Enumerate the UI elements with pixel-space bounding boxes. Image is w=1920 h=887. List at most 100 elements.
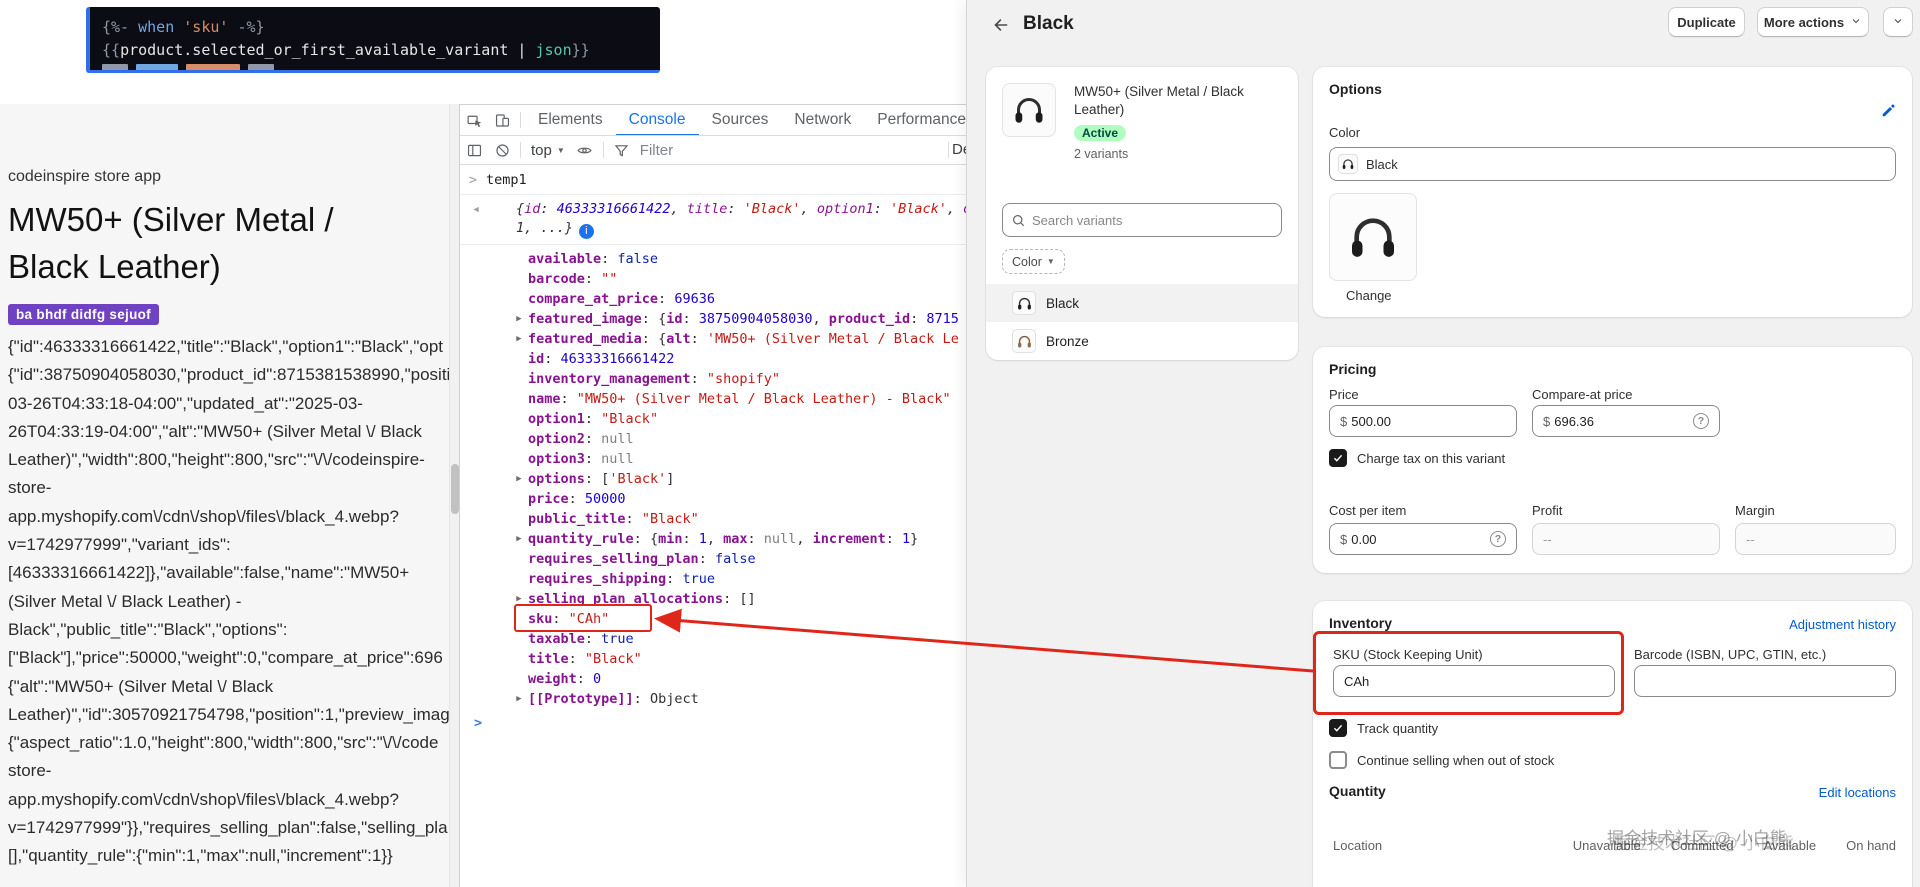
- expand-triangle-icon[interactable]: ▶: [512, 529, 526, 549]
- console-prompt[interactable]: >: [460, 715, 967, 731]
- variant-thumbnail: [1012, 329, 1036, 353]
- charge-tax-row[interactable]: Charge tax on this variant: [1329, 449, 1505, 467]
- console-property-featuredmedia[interactable]: ▶ featured_media: {alt: 'MW50+ (Silver Me…: [460, 329, 967, 349]
- help-icon[interactable]: ?: [1490, 531, 1506, 547]
- checkbox-checked-icon[interactable]: [1329, 449, 1347, 467]
- console-property-sellingplanallocations[interactable]: ▶ selling_plan_allocations: []: [460, 589, 967, 609]
- json-text-line: store-: [8, 478, 52, 498]
- context-label: top: [531, 141, 552, 159]
- expand-triangle-icon[interactable]: ▶: [512, 469, 526, 489]
- cost-field[interactable]: $ ?: [1329, 523, 1517, 555]
- next-variant-button[interactable]: [1883, 7, 1913, 37]
- back-button[interactable]: [985, 10, 1015, 40]
- location-column-header: Location: [1333, 838, 1383, 853]
- log-levels-dropdown[interactable]: Default levels: [952, 141, 967, 158]
- console-property-weight: weight: 0: [528, 671, 602, 687]
- expand-triangle-icon[interactable]: ▶: [512, 329, 526, 349]
- checkbox-unchecked-icon[interactable]: [1329, 751, 1347, 769]
- pricing-card: Pricing Price Compare-at price $ $ ? Cha…: [1313, 347, 1912, 573]
- status-badge: Active: [1074, 125, 1127, 141]
- filter-label: Color: [1012, 254, 1042, 269]
- info-icon[interactable]: i: [578, 224, 594, 239]
- console-property-requiressellingplan: requires_selling_plan: false: [528, 551, 756, 567]
- checkbox-checked-icon[interactable]: [1329, 719, 1347, 737]
- charge-tax-label: Charge tax on this variant: [1357, 450, 1506, 466]
- variant-search-input[interactable]: [1032, 212, 1273, 228]
- divider: [520, 142, 521, 158]
- duplicate-label: Duplicate: [1677, 14, 1736, 30]
- more-actions-label: More actions: [1763, 14, 1845, 30]
- console-property-options[interactable]: ▶ options: ['Black']: [460, 469, 967, 489]
- console-property-prototype[interactable]: ▶ [[Prototype]]: Object: [460, 689, 967, 709]
- expand-triangle-icon[interactable]: ▶: [512, 589, 526, 609]
- device-toolbar-icon[interactable]: [488, 107, 516, 133]
- tab-console[interactable]: Console: [616, 105, 699, 135]
- variant-item-bronze[interactable]: Bronze: [986, 322, 1298, 360]
- cost-input[interactable]: [1351, 531, 1486, 547]
- tab-performance[interactable]: Performance: [864, 105, 967, 135]
- inspect-element-icon[interactable]: [460, 107, 488, 133]
- variant-label: Black: [1046, 295, 1080, 311]
- track-quantity-label: Track quantity: [1357, 720, 1439, 736]
- tab-sources[interactable]: Sources: [699, 105, 782, 135]
- currency-prefix: $: [1340, 413, 1348, 429]
- profit-field: [1532, 523, 1720, 555]
- console-sidebar-icon[interactable]: [460, 137, 488, 163]
- shopify-admin-window: Black Duplicate More actions MW50+ (Silv…: [967, 0, 1920, 887]
- variant-page-title: Black: [1023, 13, 1074, 34]
- compare-price-field[interactable]: $ ?: [1532, 405, 1720, 437]
- edit-icon[interactable]: [1880, 101, 1898, 119]
- track-quantity-row[interactable]: Track quantity: [1329, 719, 1438, 737]
- console-result-preview[interactable]: ◂ {id: 46333316661422, title: 'Black', o…: [460, 195, 967, 245]
- variant-image[interactable]: [1329, 193, 1417, 281]
- tab-network[interactable]: Network: [781, 105, 864, 135]
- continue-selling-row[interactable]: Continue selling when out of stock: [1329, 751, 1554, 769]
- sku-input[interactable]: [1344, 673, 1604, 689]
- variant-item-black[interactable]: Black: [986, 284, 1298, 322]
- barcode-label: Barcode (ISBN, UPC, GTIN, etc.): [1634, 647, 1827, 662]
- console-property-featuredimage[interactable]: ▶ featured_image: {id: 38750904058030, pr…: [460, 309, 967, 329]
- filter-funnel-icon[interactable]: [608, 137, 636, 163]
- liquid-code-snippet: {%- when 'sku' -%} {{product.selected_or…: [86, 7, 660, 73]
- variant-label: Bronze: [1046, 333, 1089, 349]
- devtools-tab-bar: Elements Console Sources Network Perform…: [460, 105, 967, 136]
- product-thumbnail[interactable]: [1002, 83, 1056, 137]
- console-property-available: available: false: [528, 251, 659, 267]
- console-property-barcode: barcode: "": [528, 271, 618, 287]
- sku-label: SKU (Stock Keeping Unit): [1333, 647, 1483, 662]
- chevron-down-icon: [1850, 15, 1862, 30]
- price-input[interactable]: [1351, 413, 1506, 429]
- tab-elements[interactable]: Elements: [525, 105, 616, 135]
- live-expression-eye-icon[interactable]: [571, 137, 599, 163]
- variant-navigator-card: MW50+ (Silver Metal / Black Leather) Act…: [986, 67, 1298, 360]
- console-pane: > temp1 ◂ {id: 46333316661422, title: 'B…: [460, 165, 967, 887]
- expand-triangle-icon[interactable]: ▶: [512, 309, 526, 329]
- clear-console-icon[interactable]: [488, 137, 516, 163]
- compare-price-input[interactable]: [1554, 413, 1689, 429]
- change-image-link[interactable]: Change: [1346, 288, 1392, 303]
- search-icon: [1013, 214, 1025, 226]
- debug-badge: ba bhdf didfg sejuof: [8, 304, 159, 325]
- variant-search-field[interactable]: [1002, 203, 1282, 237]
- help-icon[interactable]: ?: [1693, 413, 1709, 429]
- cost-label: Cost per item: [1329, 503, 1407, 518]
- adjustment-history-link[interactable]: Adjustment history: [1789, 617, 1896, 632]
- filter-input[interactable]: Filter: [640, 142, 673, 159]
- barcode-input[interactable]: [1645, 673, 1885, 689]
- console-property-quantityrule[interactable]: ▶ quantity_rule: {min: 1, max: null, incr…: [460, 529, 967, 549]
- price-field[interactable]: $: [1329, 405, 1517, 437]
- sku-field[interactable]: [1333, 665, 1615, 697]
- edit-locations-link[interactable]: Edit locations: [1819, 785, 1896, 800]
- option-value-field[interactable]: Black: [1329, 147, 1896, 181]
- context-selector[interactable]: top ▼: [525, 142, 571, 159]
- code-token: {%-: [102, 18, 130, 36]
- color-filter-dropdown[interactable]: Color ▼: [1002, 249, 1065, 274]
- more-actions-button[interactable]: More actions: [1757, 7, 1869, 37]
- duplicate-button[interactable]: Duplicate: [1668, 7, 1745, 37]
- variant-thumbnail: [1338, 154, 1358, 174]
- page-scrollbar[interactable]: [449, 104, 459, 887]
- expand-triangle-icon[interactable]: ▶: [512, 689, 526, 709]
- barcode-field[interactable]: [1634, 665, 1896, 697]
- divider: [602, 142, 604, 158]
- scrollbar-thumb[interactable]: [451, 464, 459, 514]
